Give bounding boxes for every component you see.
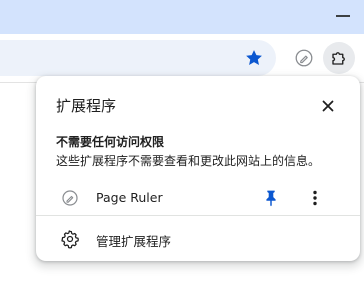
page-ruler-toolbar-icon[interactable] <box>293 47 315 69</box>
extension-name[interactable]: Page Ruler <box>96 190 163 205</box>
section-heading: 不需要任何访问权限 <box>56 135 165 149</box>
star-icon[interactable] <box>244 48 264 68</box>
browser-window: 扩展程序 不需要任何访问权限 这些扩展程序不需要查看和更改此网站上的信息。 Pa… <box>0 0 364 302</box>
extensions-menu-button[interactable] <box>323 42 355 74</box>
page-ruler-icon <box>62 190 78 206</box>
title-bar <box>0 0 364 34</box>
address-bar[interactable] <box>0 40 276 76</box>
section-description: 这些扩展程序不需要查看和更改此网站上的信息。 <box>56 154 321 168</box>
extensions-popup: 扩展程序 不需要任何访问权限 这些扩展程序不需要查看和更改此网站上的信息。 Pa… <box>36 76 360 261</box>
extension-row[interactable]: Page Ruler <box>36 180 360 216</box>
close-icon[interactable] <box>318 96 338 116</box>
minimize-button[interactable] <box>336 15 350 17</box>
more-vert-icon[interactable] <box>304 187 326 209</box>
puzzle-icon <box>332 52 345 65</box>
manage-extensions-label[interactable]: 管理扩展程序 <box>96 231 171 250</box>
gear-icon <box>61 230 79 249</box>
divider <box>36 215 360 216</box>
manage-extensions-item[interactable]: 管理扩展程序 <box>36 222 360 256</box>
popup-title: 扩展程序 <box>56 97 117 115</box>
pin-icon[interactable] <box>260 187 282 209</box>
